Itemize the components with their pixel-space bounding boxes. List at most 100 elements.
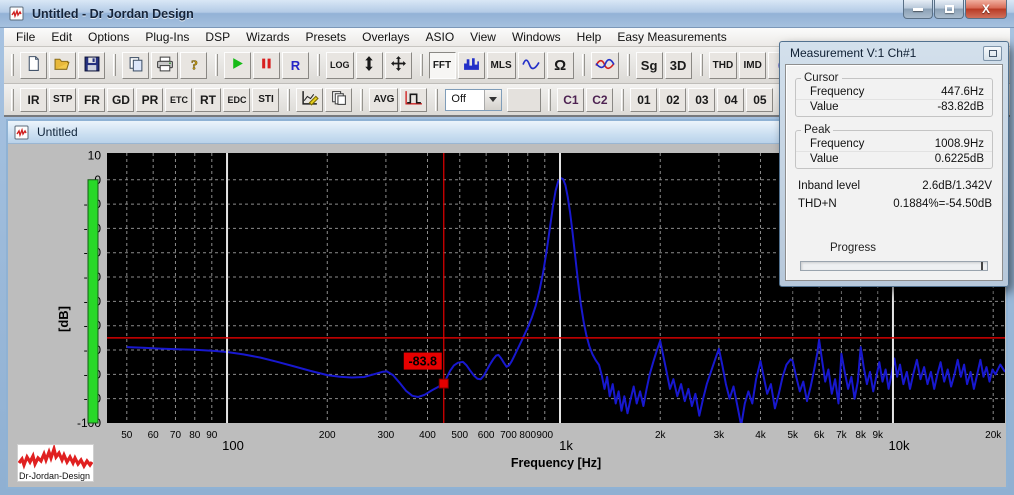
average-button[interactable]: AVG: [369, 88, 398, 112]
panel-close-icon: [989, 50, 997, 57]
copy-icon: [128, 56, 144, 75]
preset-02-button[interactable]: 02: [659, 88, 686, 112]
pulse-button[interactable]: [400, 88, 427, 112]
ir-button[interactable]: IR: [20, 88, 47, 112]
pause-button[interactable]: [253, 52, 280, 79]
pan-button[interactable]: [385, 52, 412, 79]
mls-button[interactable]: MLS: [487, 52, 516, 79]
row-value: 0.6225dB: [935, 153, 984, 165]
close-button[interactable]: X: [965, 0, 1007, 19]
copy-button[interactable]: [122, 52, 149, 79]
menu-asio[interactable]: ASIO: [417, 28, 462, 46]
fr-button[interactable]: FR: [78, 88, 105, 112]
sti-button[interactable]: STI: [252, 88, 279, 112]
print-icon: [156, 56, 174, 75]
toolbar-grip: [627, 54, 630, 76]
gd-button[interactable]: GD: [107, 88, 134, 112]
row-value: -83.82dB: [937, 101, 984, 113]
help-button[interactable]: ?: [180, 52, 207, 79]
minimize-button[interactable]: [903, 0, 933, 19]
x-tick-label: 2k: [655, 430, 667, 441]
row-label: Value: [810, 101, 839, 113]
x-tick-label: 300: [378, 430, 395, 441]
menu-edit[interactable]: Edit: [43, 28, 80, 46]
x-tick-label: 500: [451, 430, 468, 441]
menu-easy-measurements[interactable]: Easy Measurements: [609, 28, 734, 46]
step-icon: [404, 90, 423, 109]
toolbar-grip: [11, 54, 14, 76]
menu-wizards[interactable]: Wizards: [238, 28, 297, 46]
toolbar-grip: [113, 54, 116, 76]
row-value: 447.6Hz: [941, 86, 984, 98]
stat-value: 2.6dB/1.342V: [922, 180, 992, 192]
pages-button[interactable]: [325, 88, 352, 112]
pr-button[interactable]: PR: [136, 88, 163, 112]
svg-text:?: ?: [191, 57, 198, 72]
smoothing-button[interactable]: [518, 52, 545, 79]
x-tick-label: 6k: [814, 430, 826, 441]
menu-windows[interactable]: Windows: [504, 28, 569, 46]
channel-2-button[interactable]: C2: [586, 88, 613, 112]
menu-presets[interactable]: Presets: [297, 28, 354, 46]
menu-file[interactable]: File: [8, 28, 43, 46]
save-icon: [84, 56, 100, 75]
x-tick-label: 70: [170, 430, 182, 441]
record-button[interactable]: R: [282, 52, 309, 79]
x-major-tick-label: 1k: [559, 438, 573, 453]
spare-button[interactable]: [507, 88, 541, 112]
x-tick-label: 900: [536, 430, 553, 441]
preset-01-button[interactable]: 01: [630, 88, 657, 112]
x-major-tick-label: 100: [222, 438, 244, 453]
toolbar-grip: [435, 89, 438, 111]
x-tick-label: 20k: [985, 430, 1002, 441]
toolbar-grip: [621, 89, 624, 111]
vertical-zoom-button[interactable]: [356, 52, 383, 79]
peak-group: PeakFrequency1008.9HzValue0.6225dB: [795, 124, 993, 169]
plot-export-button[interactable]: [296, 88, 323, 112]
play-button[interactable]: [224, 52, 251, 79]
stp-button[interactable]: STP: [49, 88, 76, 112]
spectrum-button[interactable]: [458, 52, 485, 79]
chevron-down-icon: [489, 97, 497, 102]
menu-view[interactable]: View: [462, 28, 504, 46]
log-scale-button[interactable]: LOG: [326, 52, 354, 79]
preset-03-button[interactable]: 03: [688, 88, 715, 112]
title-bar[interactable]: Untitled - Dr Jordan Design X: [0, 0, 1014, 28]
scope-button[interactable]: [591, 52, 619, 79]
measurement-panel[interactable]: Measurement V:1 Ch#1 CursorFrequency447.…: [779, 41, 1009, 287]
application-window: Untitled - Dr Jordan Design X FileEditOp…: [0, 0, 1014, 495]
thd-button[interactable]: THD: [709, 52, 738, 79]
save-file-button[interactable]: [78, 52, 105, 79]
new-file-button[interactable]: [20, 52, 47, 79]
maximize-button[interactable]: [934, 0, 964, 19]
channel-1-button[interactable]: C1: [557, 88, 584, 112]
rt-button[interactable]: RT: [194, 88, 221, 112]
menu-options[interactable]: Options: [80, 28, 137, 46]
edc-button[interactable]: EDC: [223, 88, 250, 112]
open-file-button[interactable]: [49, 52, 76, 79]
fft-button[interactable]: FFT: [429, 52, 456, 79]
x-tick-label: 60: [148, 430, 160, 441]
stat-row: THD+N0.1884%=-54.50dB: [786, 195, 1002, 213]
window-select-combo[interactable]: Off: [445, 89, 502, 111]
preset-05-button[interactable]: 05: [746, 88, 773, 112]
signal-generator-button[interactable]: Sg: [636, 52, 663, 79]
preset-04-button[interactable]: 04: [717, 88, 744, 112]
combo-dropdown-button[interactable]: [484, 90, 501, 110]
menu-dsp[interactable]: DSP: [197, 28, 238, 46]
cursor-marker[interactable]: [439, 379, 448, 388]
impedance-button[interactable]: Ω: [547, 52, 574, 79]
menu-overlays[interactable]: Overlays: [354, 28, 417, 46]
panel-close-button[interactable]: [983, 46, 1002, 61]
etc-button[interactable]: ETC: [165, 88, 192, 112]
menu-plug-ins[interactable]: Plug-Ins: [137, 28, 197, 46]
document-icon: [14, 125, 31, 140]
menu-help[interactable]: Help: [569, 28, 610, 46]
x-major-tick-label: 10k: [888, 438, 909, 453]
document-title: Untitled: [37, 125, 78, 139]
x-tick-label: 50: [121, 430, 133, 441]
waterfall-3d-button[interactable]: 3D: [665, 52, 692, 79]
imd-button[interactable]: IMD: [739, 52, 766, 79]
print-button[interactable]: [151, 52, 178, 79]
x-tick-label: 4k: [755, 430, 767, 441]
